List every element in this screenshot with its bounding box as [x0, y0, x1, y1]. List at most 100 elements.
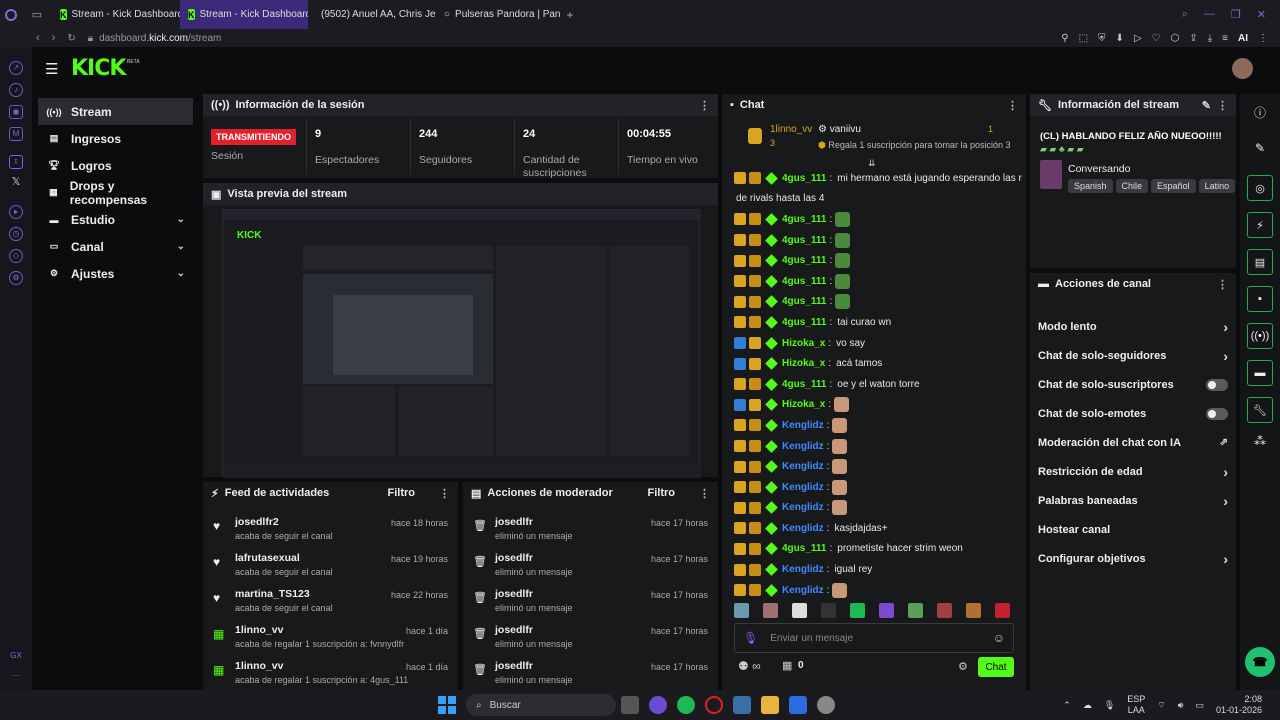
chat-message-list[interactable]: 4gus_111: mi hermano está jugando esperan… — [722, 168, 1022, 642]
settings-icon[interactable]: ≡ — [1222, 33, 1228, 44]
chat-username[interactable]: Kenglidz — [782, 585, 824, 596]
cloud-icon[interactable]: ☁ — [1083, 700, 1092, 711]
emote-shortcut-icon[interactable] — [850, 602, 865, 618]
channel-action-2[interactable]: Chat de solo-suscriptores — [1030, 370, 1236, 399]
modaction-username[interactable]: josedlfr — [495, 588, 573, 600]
feed-username[interactable]: josedlfr2 — [235, 516, 333, 528]
chat-username[interactable]: 4gus_111 — [782, 235, 826, 246]
gift-prompt[interactable]: ⬢ Regala 1 suscripción para tomar la pos… — [818, 140, 1010, 151]
tab-kick-dashboard-1[interactable]: K Stream - Kick Dashboard — [52, 0, 180, 29]
modaction-username[interactable]: josedlfr — [495, 516, 573, 528]
add-widget-icon[interactable]: ⁂ — [1240, 434, 1280, 448]
url-field[interactable]: dashboard.kick.com/stream — [99, 33, 221, 44]
chat-username[interactable]: Hizoka_x — [782, 358, 825, 369]
channel-action-7[interactable]: Hostear canal — [1030, 515, 1236, 544]
emote-shortcut-icon[interactable] — [763, 602, 778, 618]
close-button[interactable]: ✕ — [1257, 8, 1266, 21]
feed-username[interactable]: lafrutasexual — [235, 552, 333, 564]
feed-username[interactable]: 1linno_vv — [235, 660, 408, 672]
ai-button[interactable]: AI — [1238, 33, 1248, 44]
support-button[interactable]: ☎︎ — [1245, 647, 1275, 677]
chat-message[interactable]: Hizoka_x: acá tamos — [722, 353, 1022, 374]
sidebar-item-drops-y-recompensas[interactable]: ▦ Drops y recompensas — [38, 179, 193, 207]
chat-users-icon[interactable]: ⚉ ∞ — [738, 659, 761, 673]
channelactions-menu-icon[interactable]: ⋮ — [1217, 278, 1228, 291]
chat-username[interactable]: 4gus_111 — [782, 255, 826, 266]
browser-menu-icon[interactable]: ⋮ — [1258, 33, 1268, 44]
modaction-row[interactable]: 🗑︎ josedlfr eliminó un mensaje hace 17 hora… — [463, 552, 718, 588]
tab-youtube[interactable]: (9502) Anuel AA, Chris Je... — [308, 0, 436, 29]
chat-message[interactable]: 4gus_111: — [722, 292, 1022, 313]
rail-document-button[interactable]: ▤ — [1247, 249, 1273, 275]
search-icon[interactable]: ⌕ — [1182, 8, 1188, 21]
emote-shortcut-icon[interactable] — [966, 602, 981, 618]
feed-row[interactable]: ♥ josedlfr2 acaba de seguir el canal hace 1… — [203, 516, 458, 552]
pin-icon[interactable]: ⚲ — [1061, 33, 1068, 44]
tag-chip[interactable]: Chile — [1115, 179, 1149, 193]
chat-username[interactable]: Kenglidz — [782, 564, 824, 575]
language-indicator[interactable]: ESP LAA — [1127, 694, 1145, 716]
app-taskbar-icon[interactable] — [733, 696, 751, 714]
start-button[interactable] — [438, 696, 456, 714]
modaction-username[interactable]: josedlfr — [495, 624, 573, 636]
edit-icon[interactable]: ✎ — [1240, 141, 1280, 155]
snapshot-icon[interactable]: ⬚ — [1079, 33, 1088, 44]
tab-kick-dashboard-2[interactable]: K Stream - Kick Dashboard — [180, 0, 308, 29]
shield-icon[interactable]: ⛨ — [1098, 33, 1106, 44]
pinned-user-2-wrap[interactable]: ⚙ vaniivu — [818, 124, 861, 135]
dock-settings-icon[interactable]: ⚙ — [9, 271, 23, 285]
emote-shortcut-icon[interactable] — [937, 602, 952, 618]
download-icon[interactable]: ⬇ — [1116, 33, 1124, 44]
modaction-username[interactable]: josedlfr — [495, 660, 573, 672]
modactions-filter-button[interactable]: Filtro — [648, 487, 676, 499]
sidebar-item-ingresos[interactable]: ▤ Ingresos — [38, 125, 193, 152]
forward-button[interactable]: › — [52, 32, 56, 44]
chat-username[interactable]: Kenglidz — [782, 420, 824, 431]
browser-logo-icon[interactable] — [0, 0, 22, 29]
chat-message[interactable]: 4gus_111: prometiste hacer strim weon — [722, 539, 1022, 560]
extensions-icon[interactable]: ⬡ — [1171, 33, 1180, 44]
channel-action-4[interactable]: Moderación del chat con IA ⇗ — [1030, 428, 1236, 457]
rail-chat-button[interactable]: ▪ — [1247, 286, 1273, 312]
tag-chip[interactable]: Spanish — [1068, 179, 1113, 193]
user-avatar[interactable] — [1232, 58, 1253, 79]
emote-shortcut-icon[interactable] — [995, 602, 1010, 618]
chat-username[interactable]: Kenglidz — [782, 441, 824, 452]
heart-icon[interactable]: ♡ — [1152, 33, 1161, 44]
chat-menu-icon[interactable]: ⋮ — [1007, 99, 1018, 112]
chat-username[interactable]: Hizoka_x — [782, 338, 825, 349]
messenger-icon[interactable]: ↗ — [9, 61, 23, 75]
modaction-username[interactable]: josedlfr — [495, 552, 573, 564]
chat-message[interactable]: 4gus_111: oe y el waton torre — [722, 374, 1022, 395]
edit-pencil-icon[interactable]: ✎ — [1202, 99, 1211, 112]
emote-shortcut-icon[interactable] — [792, 602, 807, 618]
chat-username[interactable]: Kenglidz — [782, 523, 824, 534]
chat-message[interactable]: 4gus_111: — [722, 250, 1022, 271]
download-manager-icon[interactable]: ⤓ — [1208, 33, 1212, 44]
x-twitter-icon[interactable]: 𝕏 — [9, 177, 23, 191]
chat-message[interactable]: 4gus_111: — [722, 209, 1022, 230]
session-menu-icon[interactable]: ⋮ — [699, 99, 710, 112]
rail-card-button[interactable]: ▬ — [1247, 360, 1273, 386]
streaminfo-menu-icon[interactable]: ⋮ — [1217, 99, 1228, 112]
mic-icon[interactable]: 🎙︎ — [743, 631, 758, 645]
chat-message[interactable]: Kenglidz: igual rey — [722, 559, 1022, 580]
tab-pandora[interactable]: ○ Pulseras Pandora | Pandor — [436, 0, 560, 29]
tray-chevron-icon[interactable]: ⌃ — [1063, 700, 1071, 711]
feed-row[interactable]: ♥ martina_TS123 acaba de seguir el canal ha… — [203, 588, 458, 624]
modaction-row[interactable]: 🗑︎ josedlfr eliminó un mensaje hace 17 hora… — [463, 516, 718, 552]
music-icon[interactable]: ♪ — [9, 83, 23, 97]
chat-username[interactable]: 4gus_111 — [782, 296, 826, 307]
steam-taskbar-icon[interactable] — [817, 696, 835, 714]
tag-chip[interactable]: Español — [1151, 179, 1196, 193]
chat-username[interactable]: Kenglidz — [782, 482, 824, 493]
tab-menu-icon[interactable]: ▭ — [22, 8, 52, 21]
pinned-user-1[interactable]: 1linno_vv — [770, 124, 812, 135]
emote-shortcut-icon[interactable] — [821, 602, 836, 618]
taskbar-search[interactable]: ⌕ Buscar — [466, 694, 616, 716]
hamburger-menu-icon[interactable]: ☰ — [45, 60, 58, 78]
rail-broadcast-button[interactable]: ((•)) — [1247, 323, 1273, 349]
chat-message[interactable]: 4gus_111: tai curao wn — [722, 312, 1022, 333]
volume-icon[interactable]: 🔊︎ — [1178, 700, 1184, 711]
wifi-icon[interactable]: ⌔ — [1157, 700, 1165, 711]
